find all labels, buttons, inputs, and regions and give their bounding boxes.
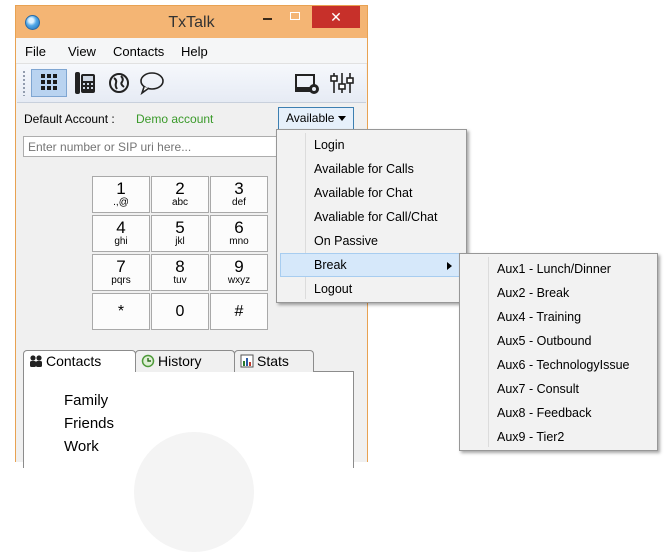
globe-button[interactable] [105,69,133,97]
watermark-logo [134,432,254,552]
key-3[interactable]: 3 def [210,176,268,213]
key-digit: 0 [175,303,185,320]
status-dropdown[interactable]: Available [278,107,354,130]
menu-item-logout[interactable]: Logout [280,277,463,301]
contact-group-family[interactable]: Family [64,392,108,409]
audio-settings-button[interactable] [327,69,357,97]
tab-contacts[interactable]: Contacts [23,350,136,372]
menu-item-available-calls[interactable]: Available for Calls [280,157,463,181]
key-digit: * [117,303,125,320]
submenu-arrow-icon [447,262,452,270]
status-value: Available [286,111,335,125]
menu-contacts[interactable]: Contacts [113,44,164,59]
menu-bar: File View Contacts Help [16,38,367,64]
history-icon [141,354,155,368]
menu-item-aux2[interactable]: Aux2 - Break [463,281,654,305]
account-label: Default Account : [24,112,115,126]
key-7[interactable]: 7 pqrs [92,254,150,291]
phone-icon [75,72,95,94]
key-0[interactable]: 0 [151,293,209,330]
account-name: Demo account [136,112,214,126]
title-bar[interactable]: TxTalk ✕ [16,6,367,38]
menu-file[interactable]: File [25,44,46,59]
key-6[interactable]: 6 mno [210,215,268,252]
tab-label: Stats [257,353,289,369]
menu-item-aux8[interactable]: Aux8 - Feedback [463,401,654,425]
key-digit: 9 [234,257,244,276]
key-5[interactable]: 5 jkl [151,215,209,252]
dialpad-button[interactable] [31,69,67,97]
close-button[interactable]: ✕ [312,6,360,28]
minimize-button[interactable] [254,6,280,28]
key-letters: def [232,197,246,208]
menu-help[interactable]: Help [181,44,208,59]
key-2[interactable]: 2 abc [151,176,209,213]
tab-strip: Contacts History Stats [23,350,363,372]
tab-stats[interactable]: Stats [234,350,314,372]
dialpad-icon [41,74,57,90]
contact-group-work[interactable]: Work [64,438,99,455]
menu-item-aux7[interactable]: Aux7 - Consult [463,377,654,401]
key-digit: # [234,303,244,320]
menu-item-login[interactable]: Login [280,133,463,157]
key-hash[interactable]: # [210,293,268,330]
menu-item-aux5[interactable]: Aux5 - Outbound [463,329,654,353]
key-8[interactable]: 8 tuv [151,254,209,291]
chat-icon [140,72,164,96]
menu-item-label: Break [314,258,347,272]
toolbar [17,64,366,103]
menu-item-break[interactable]: Break [280,253,463,277]
key-digit: 2 [175,179,185,198]
key-letters: pqrs [111,275,131,286]
contact-group-friends[interactable]: Friends [64,415,114,432]
menu-item-aux9[interactable]: Aux9 - Tier2 [463,425,654,449]
menu-item-on-passive[interactable]: On Passive [280,229,463,253]
key-digit: 6 [234,218,244,237]
menu-item-available-chat[interactable]: Available for Chat [280,181,463,205]
monitor-settings-button[interactable] [293,69,323,97]
menu-item-available-call-chat[interactable]: Avaliable for Call/Chat [280,205,463,229]
tab-history[interactable]: History [135,350,235,372]
key-9[interactable]: 9 wxyz [210,254,268,291]
status-menu: Login Available for Calls Available for … [276,129,467,303]
key-letters: .,@ [113,197,129,208]
contacts-icon [30,355,42,367]
key-4[interactable]: 4 ghi [92,215,150,252]
key-letters: jkl [175,236,185,247]
maximize-icon [290,12,300,20]
menu-item-aux6[interactable]: Aux6 - TechnologyIssue [463,353,654,377]
audio-mixer-icon [330,73,354,93]
key-star[interactable]: * [92,293,150,330]
key-digit: 3 [234,179,244,198]
key-letters: mno [229,236,249,247]
phone-button[interactable] [71,69,101,97]
tab-label: History [158,353,202,369]
key-letters: ghi [114,236,128,247]
chevron-down-icon [338,116,346,121]
key-digit: 8 [175,257,185,276]
contacts-panel: Family Friends Work [23,371,354,552]
key-digit: 7 [116,257,126,276]
key-1[interactable]: 1 .,@ [92,176,150,213]
toolbar-grip[interactable] [22,70,26,96]
menu-item-aux4[interactable]: Aux4 - Training [463,305,654,329]
key-letters: abc [171,197,189,208]
break-submenu: Aux1 - Lunch/Dinner Aux2 - Break Aux4 - … [459,253,658,451]
stats-icon [240,354,254,368]
tab-label: Contacts [46,353,102,369]
minimize-icon [263,18,272,20]
key-digit: 4 [116,218,126,237]
menu-item-aux1[interactable]: Aux1 - Lunch/Dinner [463,257,654,281]
chat-button[interactable] [137,69,167,97]
globe-icon [109,73,129,93]
key-letters: tuv [173,275,187,286]
sip-number-input[interactable] [23,136,285,157]
settings-monitor-icon [295,74,319,94]
maximize-button[interactable] [282,6,308,28]
key-digit: 5 [175,218,185,237]
key-letters: wxyz [227,275,251,286]
key-digit: 1 [116,179,126,198]
menu-view[interactable]: View [68,44,96,59]
